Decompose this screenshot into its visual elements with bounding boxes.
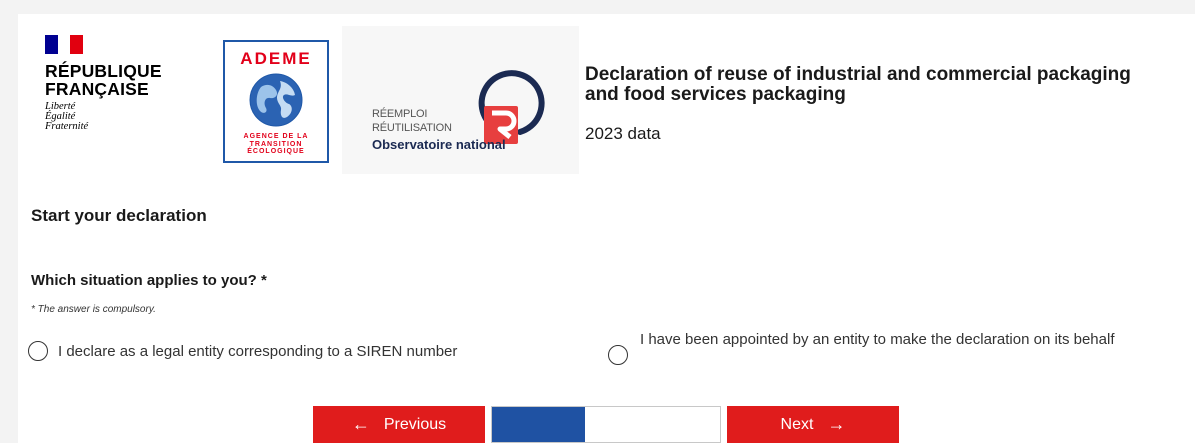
- radio-button[interactable]: [28, 341, 48, 361]
- previous-button[interactable]: ← Previous: [313, 406, 485, 443]
- observatoire-logo: Réemploi Réutilisation Observatoire nati…: [342, 26, 579, 174]
- ademe-title: ADEME: [240, 49, 312, 68]
- radio-option-label[interactable]: I have been appointed by an entity to ma…: [640, 331, 1185, 348]
- radio-button[interactable]: [608, 345, 628, 365]
- republique-line2: FRANÇAISE: [45, 79, 149, 99]
- ademe-logo: ADEME AGENCE DE LA TRANSITION ÉCOLOGIQUE: [223, 40, 329, 163]
- progress-bar: [491, 406, 721, 443]
- radio-option-label[interactable]: I declare as a legal entity correspondin…: [58, 343, 457, 360]
- reemploi-logo-icon: [478, 70, 545, 144]
- arrow-left-icon: ←: [351, 414, 370, 434]
- radio-option-appointed[interactable]: I have been appointed by an entity to ma…: [608, 331, 1188, 365]
- next-label: Next: [780, 415, 814, 433]
- republique-francaise-logo: RÉPUBLIQUE FRANÇAISE Liberté Égalité Fra…: [45, 35, 165, 132]
- arrow-right-icon: →: [827, 414, 846, 434]
- page-subtitle: 2023 data: [585, 124, 661, 143]
- next-button[interactable]: Next →: [727, 406, 899, 443]
- republique-motto: Liberté Égalité Fraternité: [45, 101, 89, 132]
- ademe-subtitle: AGENCE DE LA TRANSITION ÉCOLOGIQUE: [243, 133, 309, 155]
- previous-label: Previous: [383, 415, 447, 433]
- globe-icon: [249, 73, 303, 127]
- required-hint: * The answer is compulsory.: [31, 304, 156, 315]
- page-title: Declaration of reuse of industrial and c…: [585, 64, 1131, 105]
- question-label: Which situation applies to you? *: [31, 272, 267, 289]
- observatoire-line2: Réutilisation: [372, 122, 452, 134]
- republique-name: RÉPUBLIQUE FRANÇAISE: [45, 62, 165, 98]
- radio-option-legal-entity[interactable]: I declare as a legal entity correspondin…: [28, 341, 457, 361]
- observatoire-line1: Réemploi: [372, 108, 428, 120]
- republique-line1: RÉPUBLIQUE: [45, 61, 162, 81]
- page-container: RÉPUBLIQUE FRANÇAISE Liberté Égalité Fra…: [18, 14, 1195, 443]
- french-flag-icon: [45, 35, 84, 54]
- observatoire-line3: Observatoire national: [372, 137, 506, 152]
- section-title: Start your declaration: [31, 206, 207, 225]
- progress-fill: [492, 407, 586, 442]
